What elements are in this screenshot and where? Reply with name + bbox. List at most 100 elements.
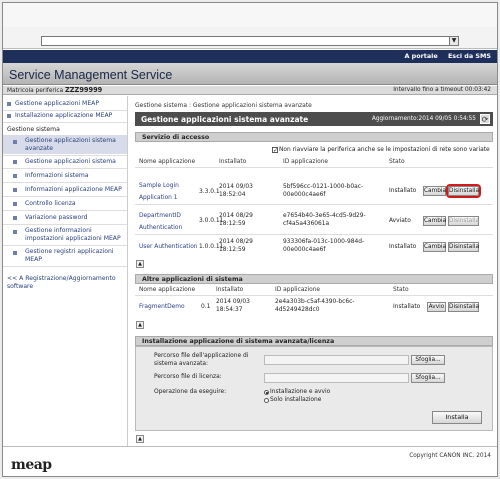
uninstall-button[interactable]: Disinstalla [448, 186, 479, 196]
col-header-installed: Installato [219, 159, 247, 165]
col-header-status: Stato [389, 159, 405, 165]
uninstall-button[interactable]: Disinstalla [448, 216, 479, 226]
bullet-icon [13, 160, 17, 164]
address-dropdown[interactable]: ▼ [41, 36, 459, 46]
collapse-icon[interactable]: ▲ [136, 321, 144, 329]
sidebar-item-password[interactable]: Variazione password [25, 214, 87, 222]
install-only-label: Solo installazione [270, 397, 322, 403]
logout-link[interactable]: Esci da SMS [448, 52, 491, 60]
no-restart-checkbox[interactable]: ✓ [272, 147, 278, 154]
app-path-field[interactable] [264, 355, 409, 365]
app-header: Service Management Service [3, 63, 497, 85]
sidebar: Gestione applicazioni MEAP Installazione… [3, 96, 128, 446]
refresh-icon[interactable]: ⟳ [480, 114, 490, 124]
install-date: 2014 09/03 18:52:04 [219, 184, 253, 198]
sidebar-item-system-info[interactable]: Informazioni sistema [25, 172, 89, 180]
sidebar-item-system-apps[interactable]: Gestione applicazioni sistema [25, 158, 116, 166]
install-only-radio[interactable] [264, 398, 269, 403]
top-navbar: A portale Esci da SMS [3, 50, 497, 63]
main-content: Gestione sistema : Gestione applicazioni… [131, 96, 495, 446]
app-status: Installato [389, 244, 417, 250]
install-date: 2014 08/29 18:12:59 [219, 239, 253, 253]
col-header-id: ID applicazione [283, 159, 329, 165]
page-header: Gestione applicazioni sistema avanzate A… [135, 112, 493, 126]
app-id: e7654b40-3e65-4cd5-9d29-cf4a5a436061a [283, 213, 366, 227]
app-title: Service Management Service [9, 68, 173, 82]
app-name-link[interactable]: FragmentDemo [139, 303, 185, 311]
access-section-title: Servizio di accesso [135, 132, 493, 142]
update-timestamp: Aggiornamento:2014 09/05 0:54:55 [371, 116, 476, 122]
bullet-icon [13, 216, 17, 220]
serial-label: Matricola periferica [7, 88, 64, 94]
portal-link[interactable]: A portale [405, 52, 438, 60]
sidebar-item-meap-logs[interactable]: Gestione registri applicazioni MEAP [25, 248, 123, 264]
start-button[interactable]: Avvio [427, 302, 446, 312]
meap-logo: meap [11, 457, 52, 473]
info-bar: Matricola periferica ZZZ99999 Intervallo… [3, 86, 497, 95]
sidebar-item-advanced-apps[interactable]: Gestione applicazioni sistema avanzate [25, 137, 123, 153]
bullet-icon [13, 251, 17, 255]
app-id: 5bf596cc-0121-1000-b0ac-00e000c4ae6f [283, 184, 364, 198]
license-path-label: Percorso file di licenza: [154, 374, 222, 380]
other-section-title: Altre applicazioni di sistema [135, 274, 493, 284]
collapse-icon[interactable]: ▲ [136, 435, 144, 443]
install-section-title: Installazione applicazione di sistema av… [135, 336, 493, 346]
footer: meap Copyright CANON INC. 2014 [3, 446, 497, 476]
timeout-label: Intervallo fino a timeout [393, 87, 464, 93]
install-date: 2014 08/29 18:12:59 [219, 213, 253, 227]
bullet-icon [13, 174, 17, 178]
breadcrumb: Gestione sistema : Gestione applicazioni… [135, 102, 312, 109]
app-name-link[interactable]: DepartmentID Authentication [139, 210, 201, 234]
app-status: Avviato [389, 218, 411, 224]
collapse-icon[interactable]: ▲ [136, 260, 144, 268]
serial-value: ZZZ99999 [64, 86, 103, 94]
app-name-link[interactable]: Sample Login Application 1 [139, 180, 201, 204]
col-header-installed: Installato [216, 287, 244, 293]
browse-license-button[interactable]: Sfoglia... [411, 373, 445, 383]
install-start-label: Installazione e avvio [270, 389, 331, 395]
col-header-id: ID applicazione [275, 287, 321, 293]
sidebar-item-meap-management[interactable]: Gestione applicazioni MEAP [15, 100, 99, 108]
timeout-value: 00:03:42 [464, 87, 491, 93]
install-start-radio[interactable] [264, 390, 269, 395]
bullet-icon [13, 140, 17, 144]
change-button[interactable]: Cambia [423, 186, 446, 196]
browser-toolbar: ▼ [3, 3, 497, 49]
bullet-icon [13, 230, 17, 234]
col-header-name: Nome applicazione [139, 287, 196, 293]
no-restart-label: Non riavviare la periferica anche se le … [279, 147, 490, 153]
bullet-icon [13, 202, 17, 206]
install-button[interactable]: Installa [432, 411, 482, 424]
browser-window: ▼ A portale Esci da SMS Service Manageme… [2, 2, 498, 477]
browse-app-button[interactable]: Sfoglia... [411, 355, 445, 365]
license-path-field[interactable] [264, 373, 409, 383]
sidebar-item-license-check[interactable]: Controllo licenza [25, 200, 76, 208]
change-button[interactable]: Cambia [423, 242, 446, 252]
bullet-icon [7, 114, 11, 118]
uninstall-button[interactable]: Disinstalla [448, 302, 479, 312]
install-date: 2014 09/03 18:54:37 [216, 299, 250, 313]
app-name-link[interactable]: User Authentication [139, 243, 198, 251]
col-header-status: Stato [393, 287, 409, 293]
app-status: Installato [389, 188, 417, 194]
change-button[interactable]: Cambia [423, 216, 446, 226]
app-version: 3.3.0.1 [199, 189, 220, 195]
bullet-icon [13, 188, 17, 192]
back-to-software-link[interactable]: << A Registrazione/Aggiornamento softwar… [7, 275, 123, 291]
page-title: Gestione applicazioni sistema avanzate [141, 115, 309, 124]
app-id: 2e4a303b-c5af-4390-bc6c-4d5249428dc0 [275, 299, 355, 313]
uninstall-button[interactable]: Disinstalla [448, 242, 479, 252]
install-panel: Percorso file dell'applicazione di siste… [135, 346, 493, 431]
dropdown-arrow-icon[interactable]: ▼ [449, 37, 458, 45]
sidebar-item-meap-settings[interactable]: Gestione informazioni impostazioni appli… [25, 227, 123, 243]
sidebar-item-meap-info[interactable]: Informazioni applicazione MEAP [25, 186, 122, 194]
sidebar-item-meap-install[interactable]: Installazione applicazione MEAP [15, 112, 112, 120]
bullet-icon [7, 102, 11, 106]
sidebar-group-label: Gestione sistema [7, 126, 60, 133]
app-id: 933306fa-013c-1000-984d-00e000c4ae6f [283, 239, 365, 253]
app-version: 0.1 [201, 304, 211, 310]
app-status: Installato [393, 304, 421, 310]
operation-label: Operazione da eseguire: [154, 389, 227, 395]
app-path-label: Percorso file dell'applicazione di siste… [154, 353, 249, 367]
col-header-name: Nome applicazione [139, 159, 196, 165]
